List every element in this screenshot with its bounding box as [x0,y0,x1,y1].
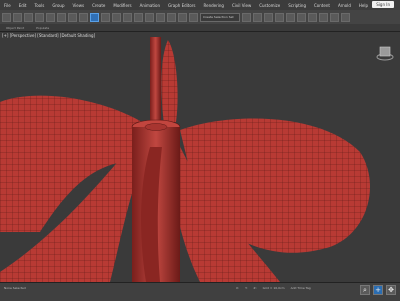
material-editor-icon[interactable] [308,12,317,22]
percent-snap-icon[interactable] [167,12,176,22]
scene-explorer-icon[interactable] [275,12,284,22]
select-by-name-icon[interactable] [79,12,88,22]
pan-icon[interactable]: ✥ [386,285,396,295]
selection-filter-icon[interactable] [57,12,66,22]
hub-shaft-socket [144,123,168,131]
perspective-viewport[interactable]: [+] [Perspective] [Standard] [Default Sh… [0,32,400,282]
menu-item-scripting[interactable]: Scripting [284,3,310,8]
menu-item-arnold[interactable]: Arnold [334,3,355,8]
snap-toggle-icon[interactable] [145,12,154,22]
status-bar: None Selected X: Y: Z: Grid = 10,0cm Add… [0,282,400,301]
ribbon-tab-populate[interactable]: Populate [30,26,55,30]
angle-snap-icon[interactable] [156,12,165,22]
bind-space-warp-icon[interactable] [46,12,55,22]
menu-item-rendering[interactable]: Rendering [200,3,228,8]
menu-item-graph-editors[interactable]: Graph Editors [164,3,199,8]
select-move-icon[interactable] [90,12,99,22]
undo-icon[interactable] [2,12,11,22]
zoom-icon[interactable]: ⌕ [360,285,370,295]
link-icon[interactable] [24,12,33,22]
render-icon[interactable] [341,12,350,22]
menu-item-group[interactable]: Group [48,3,68,8]
z-coordinate-label: Z: [253,286,257,290]
add-icon[interactable]: + [373,285,383,295]
propeller-model [0,37,370,282]
menu-item-animation[interactable]: Animation [136,3,164,8]
menu-item-tools[interactable]: Tools [30,3,48,8]
menu-item-file[interactable]: File [0,3,15,8]
layers-icon[interactable] [264,12,273,22]
named-selection-dropdown[interactable]: Create Selection Set [200,12,240,22]
redo-icon[interactable] [13,12,22,22]
unlink-icon[interactable] [35,12,44,22]
sign-in-button[interactable]: Sign In [372,1,394,8]
menu-item-civil-view[interactable]: Civil View [228,3,255,8]
menu-item-create[interactable]: Create [88,3,109,8]
pivot-center-icon[interactable] [134,12,143,22]
menu-item-help[interactable]: Help [355,3,372,8]
mirror-icon[interactable] [242,12,251,22]
spinner-snap-icon[interactable] [178,12,187,22]
render-frame-icon[interactable] [330,12,339,22]
upper-blade [161,40,178,124]
menu-item-content[interactable]: Content [310,3,334,8]
menu-bar: File Edit Tools Group Views Create Modifiers An… [0,0,400,10]
reference-coord-icon[interactable] [123,12,132,22]
menu-item-views[interactable]: Views [69,3,89,8]
select-object-icon[interactable] [68,12,77,22]
select-scale-icon[interactable] [112,12,121,22]
align-icon[interactable] [253,12,262,22]
menu-item-edit[interactable]: Edit [15,3,31,8]
curve-editor-icon[interactable] [286,12,295,22]
grid-size-label: Grid = 10,0cm [262,286,285,290]
x-coordinate-label: X: [236,286,240,290]
render-setup-icon[interactable] [319,12,328,22]
add-time-tag-button[interactable]: Add Time Tag [291,286,311,290]
menu-item-customize[interactable]: Customize [255,3,284,8]
schematic-view-icon[interactable] [297,12,306,22]
main-toolbar: Create Selection Set [0,10,400,24]
selection-status: None Selected [4,286,26,290]
viewcube-icon[interactable] [376,44,394,62]
ribbon-tabs: Object Paint Populate [0,24,400,32]
edit-named-selection-icon[interactable] [189,12,198,22]
y-coordinate-label: Y: [245,286,248,290]
ribbon-tab-object-paint[interactable]: Object Paint [0,26,30,30]
select-rotate-icon[interactable] [101,12,110,22]
viewport-label[interactable]: [+] [Perspective] [Standard] [Default Sh… [2,33,95,38]
menu-item-modifiers[interactable]: Modifiers [109,3,135,8]
